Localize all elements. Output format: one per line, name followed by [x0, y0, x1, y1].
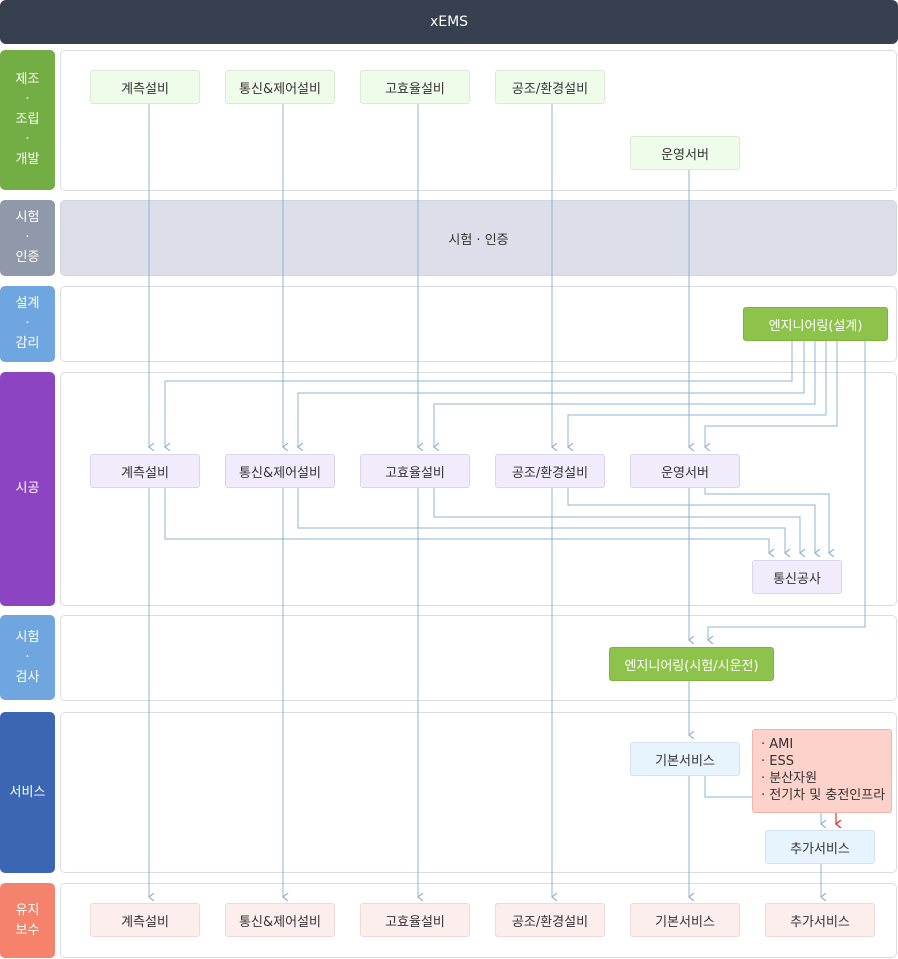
service-list-item-der: · 분산자원: [761, 771, 818, 786]
maintenance-basic-service: 기본서비스: [630, 903, 740, 937]
maintenance-additional-service: 추가서비스: [765, 903, 875, 937]
service-basic: 기본서비스: [630, 742, 740, 776]
construction-operation-server: 운영서버: [630, 454, 740, 488]
manufacture-hvac: 공조/환경설비: [495, 70, 605, 104]
construction-hvac: 공조/환경설비: [495, 454, 605, 488]
construction-comm-work: 통신공사: [752, 560, 842, 594]
service-list-item-ess: · ESS: [761, 754, 794, 769]
construction-high-efficiency: 고효율설비: [360, 454, 470, 488]
manufacture-metering: 계측설비: [90, 70, 200, 104]
engineering-test-commissioning: 엔지니어링(시험/시운전): [609, 647, 774, 681]
construction-metering: 계측설비: [90, 454, 200, 488]
maintenance-high-efficiency: 고효율설비: [360, 903, 470, 937]
service-list-item-ev: · 전기차 및 충전인프라: [761, 788, 886, 803]
maintenance-comm-control: 통신&제어설비: [225, 903, 335, 937]
manufacture-comm-control: 통신&제어설비: [225, 70, 335, 104]
manufacture-high-efficiency: 고효율설비: [360, 70, 470, 104]
service-list-note: · AMI · ESS · 분산자원 · 전기차 및 충전인프라: [752, 729, 892, 813]
service-list-item-ami: · AMI: [761, 737, 794, 752]
service-additional: 추가서비스: [765, 830, 875, 864]
maintenance-hvac: 공조/환경설비: [495, 903, 605, 937]
manufacture-operation-server: 운영서버: [630, 136, 740, 170]
engineering-design: 엔지니어링(설계): [743, 307, 888, 341]
test-cert-label: 시험 · 인증: [448, 232, 509, 248]
construction-comm-control: 통신&제어설비: [225, 454, 335, 488]
maintenance-metering: 계측설비: [90, 903, 200, 937]
